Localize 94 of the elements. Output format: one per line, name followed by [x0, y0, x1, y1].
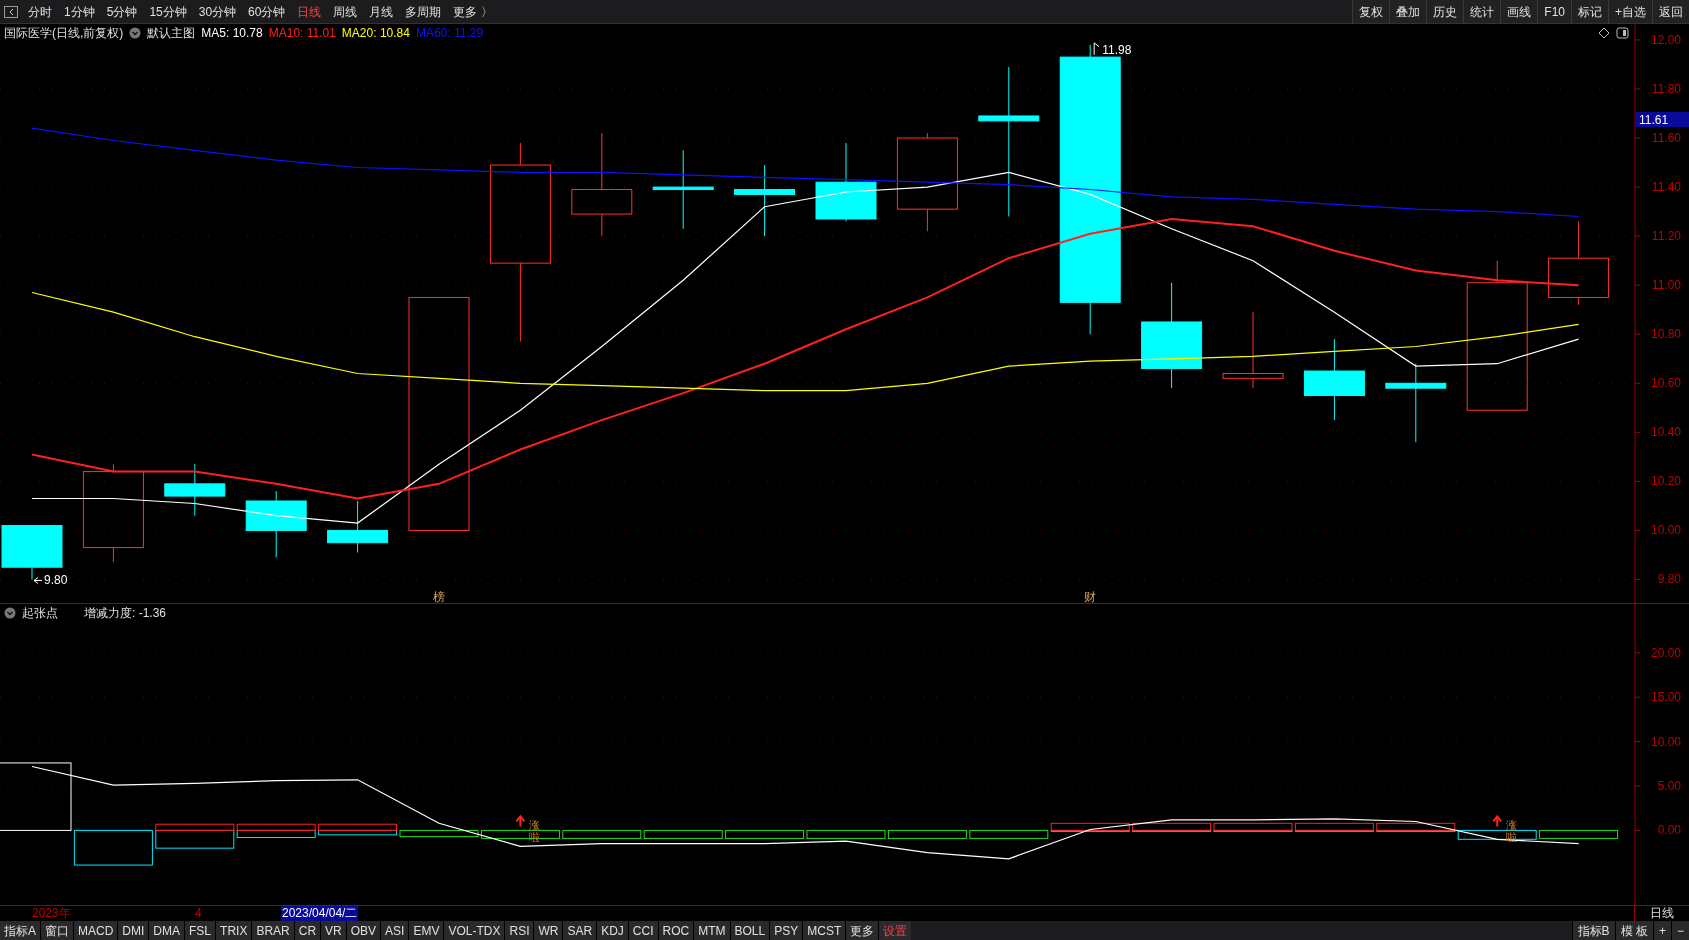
toolbar-button[interactable]: 标记: [1571, 0, 1608, 23]
settings-tab[interactable]: 设置: [879, 921, 912, 940]
indicator-tab[interactable]: RSI: [505, 921, 535, 940]
period-tab[interactable]: 日线: [291, 0, 328, 23]
diamond-icon[interactable]: [1598, 27, 1610, 39]
indicator-tab[interactable]: EMV: [409, 921, 445, 940]
toolbar-button[interactable]: 历史: [1426, 0, 1464, 23]
price-tag: 11.61: [1636, 112, 1689, 127]
indicator-tab[interactable]: ROC: [658, 921, 695, 940]
period-tab[interactable]: 1分钟: [58, 0, 101, 23]
indicator-tab[interactable]: MACD: [74, 921, 119, 940]
dropdown-icon[interactable]: [129, 27, 142, 39]
toolbar-button[interactable]: +自选: [1608, 0, 1652, 23]
indicator-tab[interactable]: VOL-TDX: [444, 921, 506, 940]
period-tab[interactable]: 60分钟: [242, 0, 292, 23]
collapse-icon[interactable]: [4, 5, 18, 18]
price-axis-label: 10.00: [1650, 523, 1681, 538]
panel-button[interactable]: 指标B: [1571, 921, 1615, 940]
indicator-tab[interactable]: DMI: [118, 921, 150, 940]
indicator-tab[interactable]: BOLL: [730, 921, 771, 940]
event-marker: 榜: [433, 590, 445, 604]
annotation: 11.98: [1102, 42, 1132, 57]
period-tab[interactable]: 30分钟: [192, 0, 243, 23]
indicator-tab[interactable]: SAR: [563, 921, 598, 940]
price-axis-label: 10.60: [1650, 376, 1681, 391]
period-label: 日线: [1649, 906, 1675, 921]
high-price-annotation: 11.98: [1093, 42, 1132, 57]
indicator-tab[interactable]: MCST: [803, 921, 847, 940]
period-tab[interactable]: 分时: [22, 0, 58, 23]
price-axis-label: 11.60: [1651, 131, 1681, 146]
indicator-axis-label: 10.00: [1650, 734, 1681, 749]
indicator-axis-label: 15.00: [1650, 690, 1681, 705]
indicator-tab[interactable]: 更多: [846, 921, 880, 940]
toolbar-button[interactable]: 复权: [1352, 0, 1390, 23]
price-axis-label: 12.00: [1650, 32, 1681, 47]
indicator-tab[interactable]: TRIX: [216, 921, 253, 940]
price-axis-label: 10.80: [1650, 327, 1681, 342]
dropdown-icon[interactable]: [4, 607, 16, 619]
cursor-date: 2023/04/04/二: [281, 906, 359, 921]
indicator-axis-label: 5.00: [1657, 779, 1681, 793]
period-tab[interactable]: 15分钟: [143, 0, 193, 23]
date-label: 2023年: [32, 906, 71, 921]
indicator-tab[interactable]: 窗口: [41, 921, 74, 940]
ma-legend: MA60: 11.29: [415, 24, 484, 42]
indicator-tab[interactable]: DMA: [149, 921, 186, 940]
toolbar-button[interactable]: 画线: [1500, 0, 1538, 23]
indicator-tab[interactable]: MTM: [694, 921, 731, 940]
price-axis-label: 10.40: [1650, 425, 1681, 440]
indicator-tab[interactable]: VR: [321, 921, 347, 940]
indicator-reading: 增减力度: -1.36: [84, 605, 167, 622]
indicator-axis-label: 20.00: [1650, 645, 1681, 660]
price-axis-label: 10.20: [1650, 474, 1681, 489]
indicator-axis-label: 0.00: [1657, 823, 1681, 838]
up-arrow-icon: [1492, 814, 1503, 828]
ma-legend: MA20: 10.84: [341, 24, 410, 42]
price-axis-label: 11.40: [1651, 180, 1681, 195]
panel-toggle-icon[interactable]: [1616, 27, 1629, 39]
indicator-tab[interactable]: 指标A: [0, 921, 41, 940]
period-tab[interactable]: 周线: [327, 0, 364, 23]
toolbar-button[interactable]: 叠加: [1389, 0, 1427, 23]
price-axis-label: 11.20: [1651, 229, 1681, 244]
stock-title: 国际医学(日线,前复权): [4, 25, 124, 42]
period-tab[interactable]: 5分钟: [100, 0, 144, 23]
toolbar-button[interactable]: 返回: [1652, 0, 1689, 23]
period-tab[interactable]: 月线: [363, 0, 400, 23]
candlestick: [245, 490, 307, 558]
indicator-name: 起张点: [22, 605, 58, 622]
date-label: 4: [195, 906, 202, 921]
indicator-tab[interactable]: OBV: [346, 921, 382, 940]
template-label: 默认主图: [147, 25, 196, 42]
ma-legend: MA5: 10.78: [201, 24, 263, 42]
period-tab[interactable]: 更多 〉: [447, 0, 499, 23]
indicator-tab[interactable]: FSL: [185, 921, 217, 940]
candlestick: [164, 463, 226, 517]
toolbar-button[interactable]: F10: [1537, 0, 1571, 23]
price-axis-label: 11.00: [1651, 278, 1681, 293]
indicator-tab[interactable]: CCI: [628, 921, 659, 940]
panel-button[interactable]: 模 板: [1614, 921, 1653, 940]
indicator-tab[interactable]: BRAR: [252, 921, 295, 940]
up-arrow-icon: [515, 814, 526, 828]
period-tab[interactable]: 多周期: [399, 0, 448, 23]
toolbar-button[interactable]: 统计: [1463, 0, 1501, 23]
indicator-tab[interactable]: CR: [294, 921, 322, 940]
indicator-tab[interactable]: PSY: [770, 921, 804, 940]
annotation: 9.80: [44, 573, 68, 588]
indicator-tab[interactable]: ASI: [381, 921, 410, 940]
price-axis-label: 11.80: [1651, 82, 1681, 96]
candlestick: [327, 500, 389, 553]
event-marker: 财: [1084, 590, 1097, 604]
ma-legend: MA10: 11.01: [268, 24, 336, 42]
indicator-tab[interactable]: WR: [534, 921, 564, 940]
indicator-tab[interactable]: KDJ: [597, 921, 629, 940]
low-price-annotation: 9.80: [33, 573, 68, 588]
price-axis-label: 9.80: [1657, 572, 1681, 587]
